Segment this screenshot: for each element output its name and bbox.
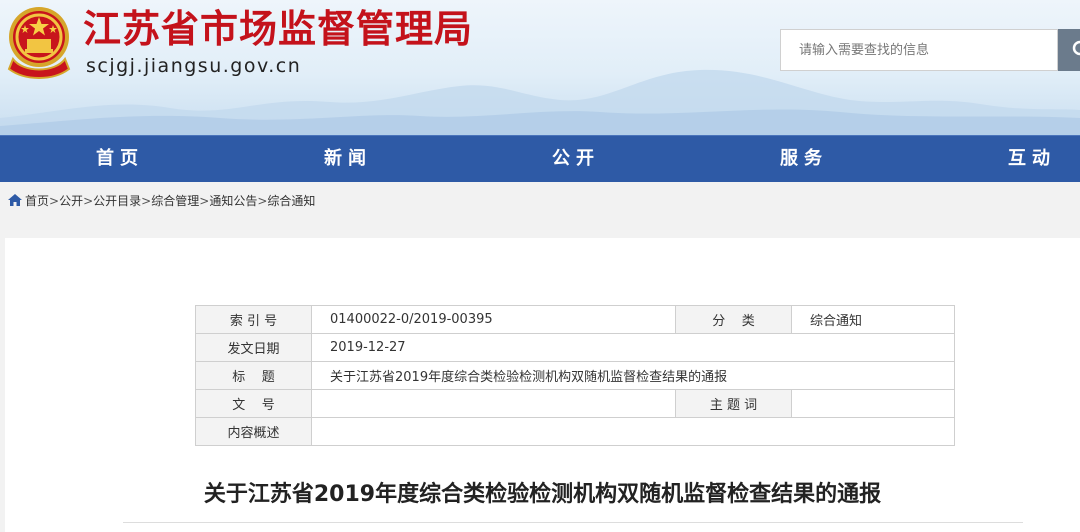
doc-number-label: 文 号	[195, 389, 312, 418]
breadcrumb-separator: >	[199, 194, 210, 208]
breadcrumb: 首页>公开>公开目录>综合管理>通知公告>综合通知	[8, 192, 315, 210]
main-nav: 首页 新闻 公开 服务 互动	[0, 135, 1080, 182]
category-label: 分 类	[675, 305, 792, 334]
nav-item-news[interactable]: 新闻	[288, 136, 408, 182]
summary-value	[311, 417, 955, 446]
meta-row: 发文日期 2019-12-27	[195, 333, 955, 362]
document-meta-table: 索 引 号 01400022-0/2019-00395 分 类 综合通知 发文日…	[195, 305, 955, 446]
breadcrumb-general-management[interactable]: 综合管理	[151, 192, 199, 210]
breadcrumb-general-notice[interactable]: 综合通知	[267, 192, 315, 210]
meta-row: 文 号 主 题 词	[195, 389, 955, 418]
article-title: 关于江苏省2019年度综合类检验检测机构双随机监督检查结果的通报	[203, 482, 882, 507]
search-icon	[1072, 40, 1080, 56]
date-label: 发文日期	[195, 333, 312, 362]
title-label: 标 题	[195, 361, 312, 390]
national-emblem-icon	[7, 7, 71, 79]
nav-item-service[interactable]: 服务	[744, 136, 864, 182]
nav-item-interact[interactable]: 互动	[972, 136, 1080, 182]
breadcrumb-notices[interactable]: 通知公告	[209, 192, 257, 210]
breadcrumb-separator: >	[141, 194, 152, 208]
date-value: 2019-12-27	[311, 333, 955, 362]
category-value: 综合通知	[791, 305, 955, 334]
home-icon	[8, 194, 22, 206]
meta-row: 内容概述	[195, 417, 955, 446]
breadcrumb-separator: >	[83, 194, 94, 208]
title-divider	[123, 522, 1023, 523]
nav-item-home[interactable]: 首页	[60, 136, 180, 182]
keywords-label: 主 题 词	[675, 389, 792, 418]
breadcrumb-separator: >	[49, 194, 60, 208]
breadcrumb-separator: >	[257, 194, 268, 208]
title-value: 关于江苏省2019年度综合类检验检测机构双随机监督检查结果的通报	[311, 361, 955, 390]
index-value: 01400022-0/2019-00395	[311, 305, 676, 334]
site-header: 江苏省市场监督管理局 scjgj.jiangsu.gov.cn	[0, 0, 1080, 135]
breadcrumb-home[interactable]: 首页	[25, 192, 49, 210]
breadcrumb-public[interactable]: 公开	[59, 192, 83, 210]
article-content: 索 引 号 01400022-0/2019-00395 分 类 综合通知 发文日…	[5, 238, 1080, 532]
nav-item-public[interactable]: 公开	[516, 136, 636, 182]
search-input[interactable]	[780, 29, 1058, 71]
keywords-value	[791, 389, 955, 418]
summary-label: 内容概述	[195, 417, 312, 446]
meta-row: 标 题 关于江苏省2019年度综合类检验检测机构双随机监督检查结果的通报	[195, 361, 955, 390]
index-label: 索 引 号	[195, 305, 312, 334]
breadcrumb-public-catalog[interactable]: 公开目录	[93, 192, 141, 210]
search-button[interactable]	[1058, 29, 1080, 71]
site-title[interactable]: 江苏省市场监督管理局	[83, 4, 473, 54]
meta-row: 索 引 号 01400022-0/2019-00395 分 类 综合通知	[195, 305, 955, 334]
doc-number-value	[311, 389, 676, 418]
site-domain: scjgj.jiangsu.gov.cn	[86, 55, 302, 77]
